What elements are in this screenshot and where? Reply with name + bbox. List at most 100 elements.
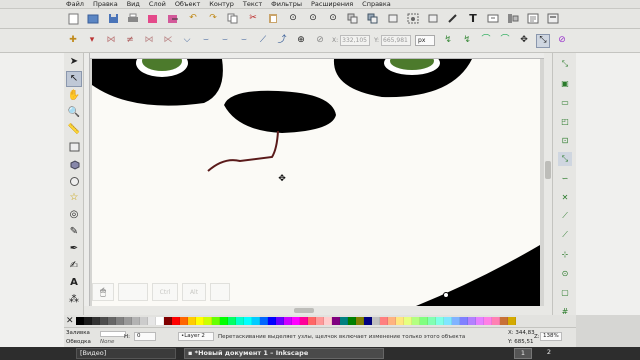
x-coordinate-field[interactable]: 332,105 [340,35,371,46]
color-swatch[interactable] [163,317,172,325]
color-swatch[interactable] [75,317,84,325]
xml-editor-icon[interactable] [526,12,540,26]
color-swatch[interactable] [195,317,204,325]
y-coordinate-field[interactable]: 665,981 [381,35,412,46]
menu-file[interactable]: Файл [66,0,84,8]
zoom-field[interactable]: 138% [540,332,562,341]
stroke-value[interactable]: None [100,339,114,345]
segment-line-icon[interactable]: ⟋ [256,34,270,48]
cusp-node-icon[interactable]: ⌵ [180,34,194,48]
color-swatch[interactable] [275,317,284,325]
snap-page-icon[interactable]: ▢ [558,285,572,299]
color-swatch[interactable] [323,317,332,325]
color-swatch[interactable] [259,317,268,325]
spiral-tool-icon[interactable]: ◎ [66,207,82,223]
color-swatch[interactable] [299,317,308,325]
color-swatch[interactable] [147,317,156,325]
menu-filters[interactable]: Фильтры [271,0,302,8]
layers-icon[interactable] [486,12,500,26]
group-icon[interactable] [406,12,420,26]
snap-nodes-icon[interactable]: ⤡ [558,152,572,166]
vertical-scrollbar[interactable] [544,53,552,315]
snap-paths-icon[interactable]: ∽ [558,171,572,185]
show-mask-icon[interactable]: ↯ [460,34,474,48]
horizontal-scroll-thumb[interactable] [294,308,314,313]
smooth-node-icon[interactable]: ⌣ [199,34,213,48]
duplicate-icon[interactable] [346,12,360,26]
menu-help[interactable]: Справка [362,0,391,8]
clone-icon[interactable] [366,12,380,26]
color-swatch[interactable] [347,317,356,325]
fill-indicator[interactable] [100,331,126,337]
color-swatch[interactable] [131,317,140,325]
zoom-page-icon[interactable]: ⊙ [326,12,340,26]
node-tool-icon[interactable]: ↖ [66,71,82,87]
new-document-icon[interactable] [66,12,80,26]
object-to-path-icon[interactable]: ⊕ [294,34,308,48]
color-swatch[interactable] [123,317,132,325]
preferences-icon[interactable] [546,12,560,26]
color-swatch[interactable] [403,317,412,325]
next-path-effect-icon[interactable]: ⊘ [555,34,569,48]
color-swatch[interactable] [267,317,276,325]
horizontal-scrollbar[interactable] [84,306,544,315]
unit-select[interactable]: px [415,35,436,46]
color-swatch[interactable] [475,317,484,325]
copy-icon[interactable] [226,12,240,26]
snap-bbox-midpoint-icon[interactable]: ⊡ [558,133,572,147]
color-swatch[interactable] [219,317,228,325]
selector-tool-icon[interactable]: ➤ [66,54,82,70]
star-tool-icon[interactable]: ☆ [66,190,82,206]
snap-bbox-corner-icon[interactable]: ◰ [558,114,572,128]
menu-edit[interactable]: Правка [93,0,118,8]
color-swatch[interactable] [411,317,420,325]
color-swatch[interactable] [379,317,388,325]
show-outline-icon[interactable]: ⌒ [498,34,512,48]
snap-center-icon[interactable]: ⊙ [558,266,572,280]
transform-handles-icon[interactable]: ✥ [517,34,531,48]
color-swatch[interactable] [467,317,476,325]
export-icon[interactable] [166,12,180,26]
color-swatch[interactable] [187,317,196,325]
snap-toggle-icon[interactable]: ⤡ [558,57,572,71]
color-swatch[interactable] [483,317,492,325]
ellipse-tool-icon[interactable] [66,173,82,189]
layer-select[interactable]: •Layer 2 [178,332,214,341]
open-icon[interactable] [86,12,100,26]
document-page[interactable]: ✥ [92,49,540,306]
ungroup-icon[interactable] [426,12,440,26]
color-swatch[interactable] [227,317,236,325]
zoom-tool-icon[interactable]: 🔍 [66,105,82,121]
delete-segment-icon[interactable]: ⋉ [161,34,175,48]
color-swatch[interactable] [451,317,460,325]
rectangle-tool-icon[interactable] [66,139,82,155]
color-swatch[interactable] [307,317,316,325]
snap-midpoint-icon[interactable]: ⊹ [558,247,572,261]
undo-icon[interactable]: ↶ [186,12,200,26]
color-swatch[interactable] [251,317,260,325]
workspace-2[interactable]: 2 [540,348,558,359]
print-icon[interactable] [126,12,140,26]
zoom-selection-icon[interactable]: ⊙ [286,12,300,26]
color-swatch[interactable] [331,317,340,325]
taskbar-active-window[interactable]: ▪ *Новый документ 1 – Inkscape [184,348,384,359]
menu-path[interactable]: Контур [209,0,234,8]
workspace-1[interactable]: 1 [514,348,532,359]
color-swatch[interactable] [395,317,404,325]
color-swatch[interactable] [243,317,252,325]
color-swatch[interactable] [115,317,124,325]
unlink-clone-icon[interactable] [386,12,400,26]
color-swatch[interactable] [435,317,444,325]
color-swatch[interactable] [443,317,452,325]
spray-tool-icon[interactable]: ⁂ [66,292,82,308]
menu-object[interactable]: Объект [175,0,200,8]
color-swatch[interactable] [491,317,500,325]
snap-bbox-edge-icon[interactable]: ▭ [558,95,572,109]
menu-text[interactable]: Текст [243,0,262,8]
measure-tool-icon[interactable]: 📏 [66,122,82,138]
color-swatch[interactable] [107,317,116,325]
break-path-icon[interactable]: ≠ [123,34,137,48]
join-nodes-icon[interactable]: ⋈ [104,34,118,48]
menu-view[interactable]: Вид [127,0,140,8]
color-swatch[interactable] [179,317,188,325]
